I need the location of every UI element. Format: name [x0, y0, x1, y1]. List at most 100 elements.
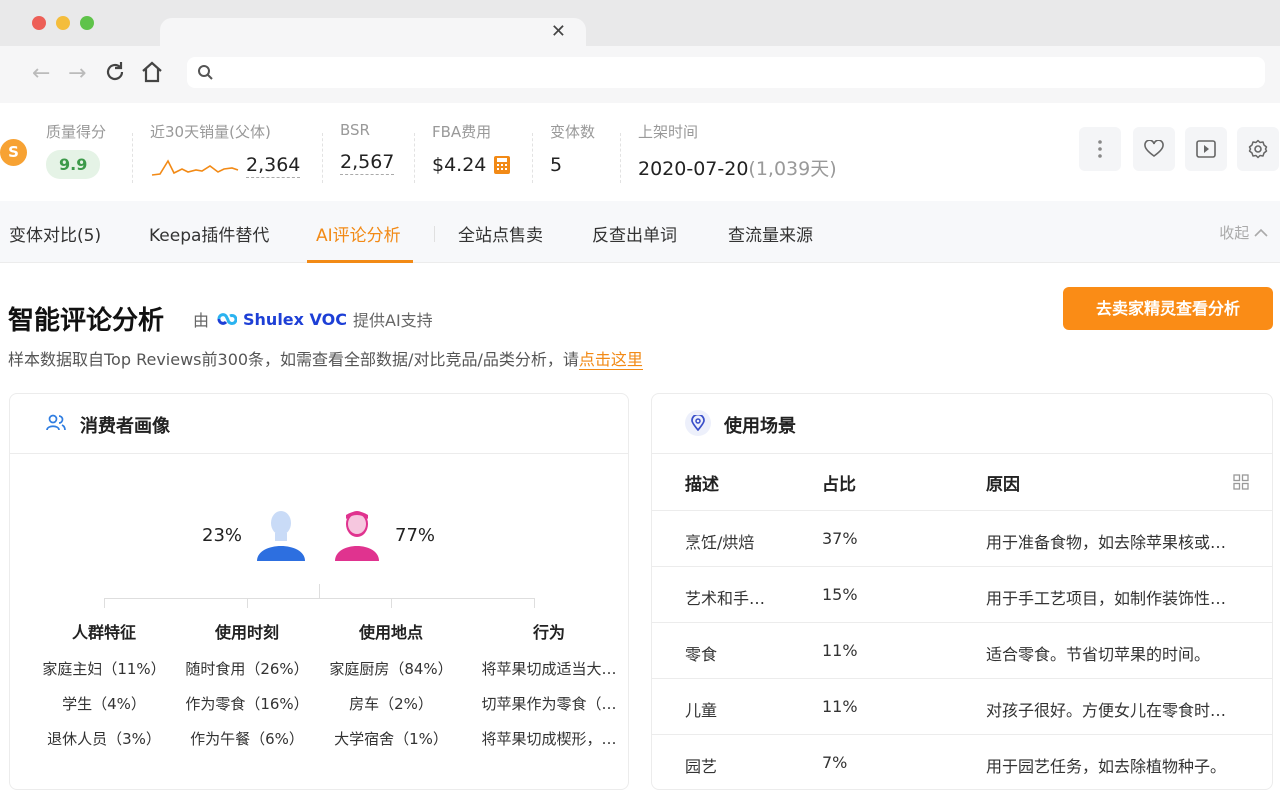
male-percent: 23%: [202, 525, 243, 546]
column-header-desc: 描述: [685, 475, 719, 495]
page-title: 智能评论分析: [8, 306, 165, 336]
home-icon[interactable]: [140, 61, 164, 89]
stat-bsr: BSR 2,567: [340, 121, 395, 175]
usage-scenes-title: 使用场景: [724, 416, 796, 437]
column-item[interactable]: 将苹果切成楔形，…: [474, 730, 624, 748]
stat-listed-date: 2020-07-20: [638, 158, 749, 180]
male-avatar-icon: [257, 511, 305, 561]
stat-listed-label: 上架时间: [638, 123, 699, 141]
provider-suffix: 提供AI支持: [353, 311, 433, 330]
column-item[interactable]: 将苹果切成适当大…: [474, 660, 624, 678]
column-header-share: 占比: [822, 475, 856, 495]
row-reason[interactable]: 用于准备食物，如去除苹果核或…: [986, 529, 1256, 553]
tab-keepa[interactable]: Keepa插件替代: [149, 221, 269, 246]
row-desc: 烹饪/烘焙: [685, 533, 755, 552]
feature-tabs: 变体对比(5) Keepa插件替代 AI评论分析 全站点售卖 反查出单词 查流量…: [0, 201, 1280, 263]
stat-listed-days: (1,039天): [748, 158, 837, 180]
product-stats-bar: S 质量得分 9.9 近30天销量(父体) 2,364 BSR 2,567 FB…: [0, 103, 1280, 201]
seller-sprite-logo: S: [0, 139, 27, 166]
sample-note-text: 样本数据取自Top Reviews前300条，如需查看全部数据/对比竞品/品类分…: [8, 350, 579, 369]
consumer-column-group: 人群特征 家庭主妇（11%） 学生（4%） 退休人员（3%）: [29, 619, 179, 748]
back-icon[interactable]: ←: [32, 62, 50, 86]
table-row: 零食 11% 适合零食。节省切苹果的时间。: [652, 622, 1272, 678]
stat-sales30-value[interactable]: 2,364: [246, 154, 301, 178]
column-title: 使用时刻: [214, 623, 279, 642]
consumer-column-time: 使用时刻 随时食用（26%） 作为零食（16%） 作为午餐（6%）: [172, 619, 322, 748]
row-reason[interactable]: 用于手工艺项目，如制作装饰性…: [986, 585, 1256, 609]
consumer-column-place: 使用地点 家庭厨房（84%） 房车（2%） 大学宿舍（1%）: [316, 619, 466, 748]
row-desc: 园艺: [685, 757, 718, 776]
provider-name[interactable]: Shulex VOC: [243, 310, 347, 329]
stat-bsr-value[interactable]: 2,567: [340, 151, 395, 175]
consumer-profile-card: 消费者画像 23% 77% 人群特征 家庭主妇（11%） 学生（4%） 退休人员…: [9, 393, 629, 790]
video-play-icon[interactable]: [1185, 127, 1227, 171]
minimize-window-button[interactable]: [56, 16, 70, 30]
table-row: 园艺 7% 用于园艺任务，如去除植物种子。: [652, 734, 1272, 790]
tab-variant-compare[interactable]: 变体对比(5): [9, 221, 101, 246]
column-item: 学生（4%）: [62, 695, 146, 713]
forward-icon[interactable]: →: [68, 62, 86, 86]
row-reason: 用于园艺任务，如去除植物种子。: [986, 757, 1227, 776]
female-avatar-icon: [335, 511, 379, 561]
search-icon: [197, 64, 213, 84]
address-bar[interactable]: [187, 57, 1265, 88]
table-row: 艺术和手… 15% 用于手工艺项目，如制作装饰性…: [652, 566, 1272, 622]
tab-all-sites[interactable]: 全站点售卖: [458, 221, 543, 246]
row-desc: 零食: [685, 645, 718, 664]
column-header-reason: 原因: [986, 475, 1020, 495]
close-window-button[interactable]: [32, 16, 46, 30]
tab-reverse-keywords[interactable]: 反查出单词: [592, 221, 677, 246]
view-analysis-button[interactable]: 去卖家精灵查看分析: [1063, 287, 1273, 330]
row-desc[interactable]: 艺术和手…: [685, 585, 785, 609]
stat-fba: FBA费用 $4.24: [432, 121, 511, 176]
quality-score-badge: 9.9: [46, 150, 101, 179]
maximize-window-button[interactable]: [80, 16, 94, 30]
stat-quality: 质量得分 9.9: [46, 121, 106, 179]
stat-sales30-label: 近30天销量(父体): [150, 123, 271, 141]
shulex-logo-icon: [217, 313, 238, 325]
stat-sales30: 近30天销量(父体) 2,364: [150, 121, 301, 178]
table-row: 儿童 11% 对孩子很好。方便女儿在零食时…: [652, 678, 1272, 734]
sample-note: 样本数据取自Top Reviews前300条，如需查看全部数据/对比竞品/品类分…: [8, 346, 643, 370]
close-tab-icon[interactable]: ✕: [551, 22, 566, 42]
tab-ai-review[interactable]: AI评论分析: [316, 221, 401, 246]
browser-toolbar: ← →: [0, 46, 1280, 103]
row-share: 7%: [822, 753, 848, 772]
location-pin-icon: [685, 410, 711, 436]
row-share: 15%: [822, 585, 858, 604]
usage-scenes-card: 使用场景 描述 占比 原因 烹饪/烘焙 37% 用于准备食物，如去除苹果核或… …: [651, 393, 1273, 790]
female-percent: 77%: [395, 525, 436, 546]
table-row: 烹饪/烘焙 37% 用于准备食物，如去除苹果核或…: [652, 510, 1272, 566]
provider-prefix: 由: [193, 311, 210, 330]
column-title: 行为: [532, 623, 565, 642]
stat-variants-value: 5: [550, 154, 563, 176]
collapse-label: 收起: [1219, 224, 1250, 242]
browser-chrome: ✕ ← →: [0, 0, 1280, 103]
sales-trend-sparkline-icon[interactable]: [150, 155, 240, 177]
calculator-icon[interactable]: [494, 156, 511, 174]
grid-view-icon[interactable]: [1233, 474, 1249, 490]
provider-credit: 由 Shulex VOC 提供AI支持: [193, 307, 433, 331]
stat-bsr-label: BSR: [340, 121, 370, 139]
settings-gear-icon[interactable]: [1237, 127, 1279, 171]
column-item: 家庭主妇（11%）: [42, 660, 166, 678]
row-share: 37%: [822, 529, 858, 548]
tab-traffic-source[interactable]: 查流量来源: [728, 221, 813, 246]
window-controls: [32, 16, 94, 30]
stat-listed: 上架时间 2020-07-20(1,039天): [638, 121, 837, 181]
favorite-heart-icon[interactable]: [1133, 127, 1175, 171]
column-item: 家庭厨房（84%）: [329, 660, 453, 678]
users-icon: [46, 414, 66, 431]
browser-tab[interactable]: ✕: [160, 18, 586, 46]
column-item: 房车（2%）: [349, 695, 433, 713]
column-item[interactable]: 切苹果作为零食（…: [474, 695, 624, 713]
row-reason[interactable]: 对孩子很好。方便女儿在零食时…: [986, 697, 1256, 721]
consumer-profile-title: 消费者画像: [80, 416, 170, 437]
click-here-link[interactable]: 点击这里: [578, 350, 643, 370]
column-item: 随时食用（26%）: [185, 660, 309, 678]
more-options-icon[interactable]: [1079, 127, 1121, 171]
collapse-button[interactable]: 收起: [1219, 222, 1268, 243]
stat-variants: 变体数 5: [550, 121, 595, 176]
row-share: 11%: [822, 641, 858, 660]
reload-icon[interactable]: [104, 61, 126, 89]
